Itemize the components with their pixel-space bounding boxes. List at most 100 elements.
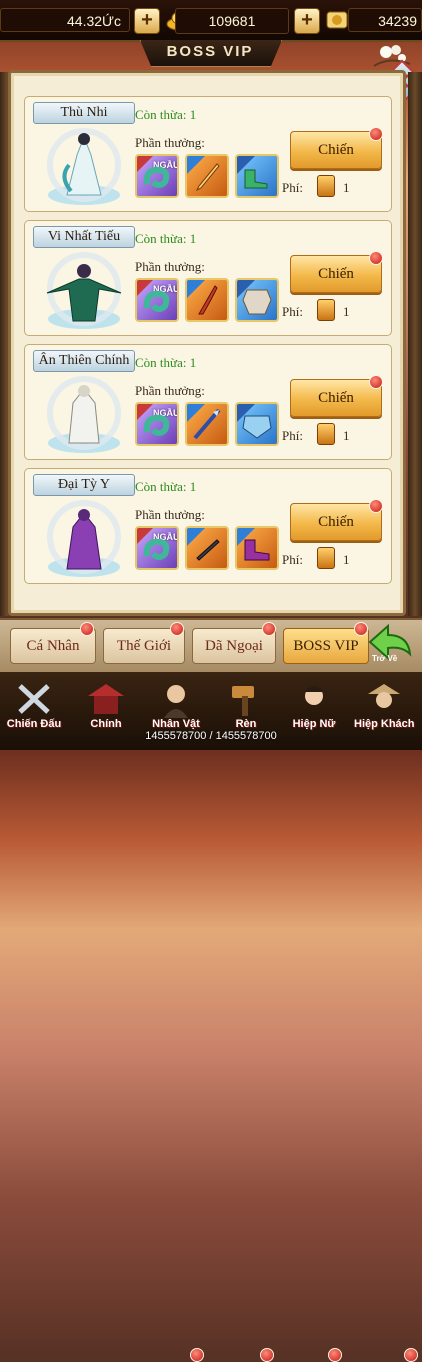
nav-item-hiep-nu[interactable]: Hiệp Nữ	[284, 678, 344, 738]
boss-name: Đại Tỳ Y	[33, 474, 135, 496]
fee-label: Phí:	[282, 552, 303, 567]
gold-amount: 44.32Ức	[0, 8, 130, 32]
nav-item-chien-dau[interactable]: Chiến Đấu	[4, 678, 64, 738]
nav-label: Rèn	[235, 718, 257, 730]
jade-swirl-icon	[143, 414, 170, 436]
alert-dot	[328, 1348, 342, 1362]
boots-icon	[244, 539, 270, 561]
blade-icon	[198, 285, 218, 315]
reward-item-dagger[interactable]	[185, 526, 229, 570]
reward-item-ngau[interactable]: NGẦU	[135, 402, 179, 446]
boss-name: Vi Nhất Tiếu	[33, 226, 135, 248]
boss-card: Ân Thiên Chính Còn thừa: 1 Phần thưởng: …	[24, 344, 392, 460]
reward-item-spear[interactable]	[185, 402, 229, 446]
ticket-icon	[317, 547, 335, 569]
jade-swirl-icon	[143, 290, 170, 312]
coupon-amount: 34239	[348, 8, 422, 32]
palace-icon	[88, 684, 124, 714]
fee-value: 1	[343, 304, 350, 319]
alert-dot	[262, 622, 276, 636]
character-icon	[164, 685, 188, 718]
remaining-count: Còn thừa: 1	[135, 231, 197, 246]
jade-swirl-icon	[143, 538, 170, 560]
reward-item-armor[interactable]	[235, 278, 279, 322]
alert-dot	[369, 127, 383, 141]
rewards-label: Phần thưởng:	[135, 259, 205, 274]
alert-dot	[190, 1348, 204, 1362]
boss-card: Đại Tỳ Y Còn thừa: 1 Phần thưởng: NGẦU C…	[24, 468, 392, 584]
reward-item-ngau[interactable]: NGẦU	[135, 278, 179, 322]
reward-item-boots[interactable]	[235, 526, 279, 570]
remaining-count: Còn thừa: 1	[135, 355, 197, 370]
alert-dot	[404, 1348, 418, 1362]
nav-item-ren[interactable]: Rèn	[216, 678, 276, 738]
rewards-label: Phần thưởng:	[135, 507, 205, 522]
remaining-count: Còn thừa: 1	[135, 479, 197, 494]
ticket-icon	[317, 175, 335, 197]
boss-portrait-thu-nhi[interactable]	[39, 125, 129, 209]
sword-icon	[195, 163, 220, 192]
add-ingot-button[interactable]: +	[294, 8, 320, 34]
boss-card: Vi Nhất Tiếu Còn thừa: 1 Phần thưởng: NG…	[24, 220, 392, 336]
panel-right-frame	[408, 72, 422, 616]
fee-value: 1	[343, 180, 350, 195]
alert-dot	[369, 251, 383, 265]
reward-item-sword[interactable]	[185, 154, 229, 198]
reward-item-armor[interactable]	[235, 402, 279, 446]
nav-label: Chính	[90, 718, 122, 730]
boss-card: Thù Nhi Còn thừa: 1 Phần thưởng: NGẦU Ch…	[24, 96, 392, 212]
armor-icon	[242, 415, 272, 439]
boots-icon	[244, 169, 268, 189]
dagger-icon	[196, 539, 220, 561]
rewards-label: Phần thưởng:	[135, 135, 205, 150]
reward-item-blade[interactable]	[185, 278, 229, 322]
alert-dot	[170, 622, 184, 636]
back-label: Trở Về	[372, 654, 398, 663]
fee-value: 1	[343, 428, 350, 443]
boss-portrait-an-thien-chinh[interactable]	[39, 373, 129, 457]
boss-category-tabs: Cá Nhân Thế Giới Dã Ngoại BOSS VIP	[0, 618, 422, 674]
heroine-icon	[304, 686, 324, 705]
alert-dot	[260, 1348, 274, 1362]
alert-dot	[369, 499, 383, 513]
nav-item-nhan-vat[interactable]: Nhân Vật	[146, 678, 206, 738]
nav-label: Nhân Vật	[152, 718, 200, 730]
fight-button[interactable]: Chiến	[290, 379, 382, 417]
nav-item-chinh[interactable]: Chính	[76, 678, 136, 738]
swordsman-icon	[368, 684, 400, 708]
fight-button[interactable]: Chiến	[290, 255, 382, 293]
boss-portrait-dai-ty-y[interactable]	[39, 497, 129, 581]
boss-name: Ân Thiên Chính	[33, 350, 135, 372]
nav-label: Hiệp Khách	[354, 718, 415, 730]
fee-label: Phí:	[282, 428, 303, 443]
ticket-icon	[317, 423, 335, 445]
ingot-amount: 109681	[175, 8, 289, 34]
crossed-swords-icon	[18, 684, 50, 714]
hammer-icon	[232, 686, 254, 716]
nav-label: Hiệp Nữ	[292, 718, 336, 730]
fee-label: Phí:	[282, 180, 303, 195]
fee-value: 1	[343, 552, 350, 567]
page-title: BOSS VIP	[166, 43, 254, 60]
fight-button[interactable]: Chiến	[290, 503, 382, 541]
jade-swirl-icon	[143, 166, 170, 188]
remaining-count: Còn thừa: 1	[135, 107, 197, 122]
boss-name: Thù Nhi	[33, 102, 135, 124]
coupon-icon	[326, 11, 348, 29]
alert-dot	[80, 622, 94, 636]
nav-item-hiep-khach[interactable]: Hiệp Khách	[354, 678, 415, 738]
nav-label: Chiến Đấu	[6, 718, 62, 730]
fight-button[interactable]: Chiến	[290, 131, 382, 169]
reward-item-ngau[interactable]: NGẦU	[135, 154, 179, 198]
armor-icon	[242, 289, 272, 315]
alert-dot	[369, 375, 383, 389]
fee-label: Phí:	[282, 304, 303, 319]
rewards-label: Phần thưởng:	[135, 383, 205, 398]
reward-item-ngau[interactable]: NGẦU	[135, 526, 179, 570]
add-gold-button[interactable]: +	[134, 8, 160, 34]
reward-item-boots[interactable]	[235, 154, 279, 198]
experience-readout: 1455578700 / 1455578700	[145, 730, 277, 742]
spear-icon	[193, 408, 221, 440]
boss-portrait-vi-nhat-tieu[interactable]	[39, 249, 129, 333]
resource-bar: 44.32Ức + 109681 + 34239	[0, 0, 422, 42]
